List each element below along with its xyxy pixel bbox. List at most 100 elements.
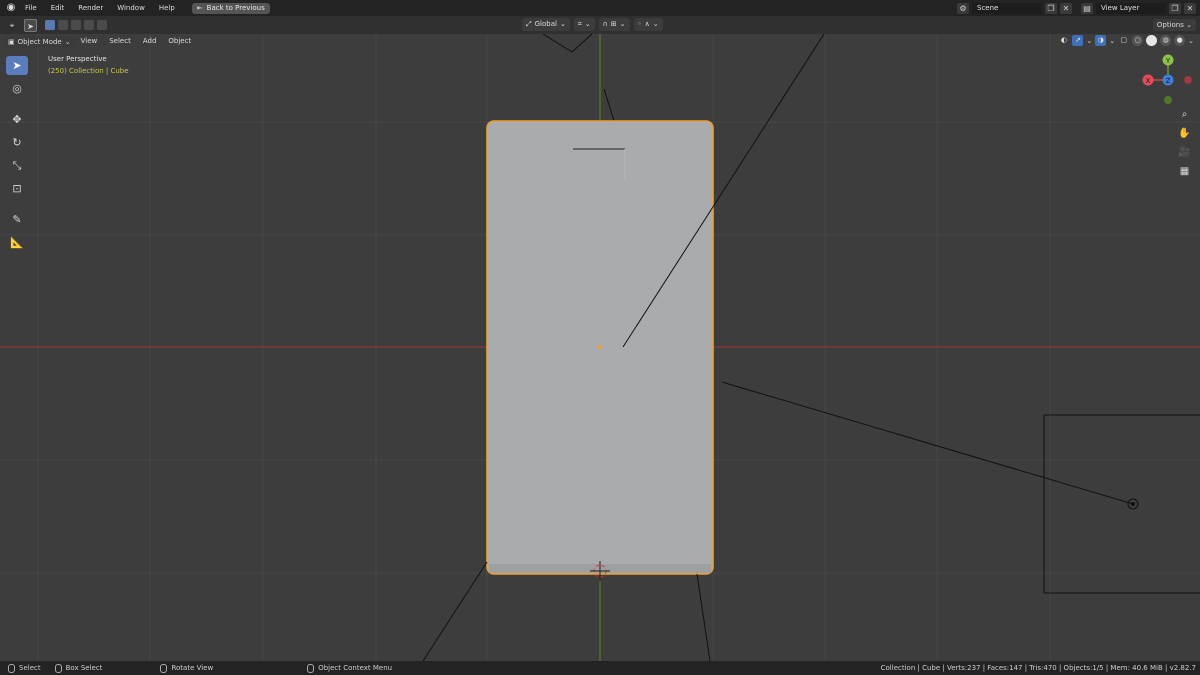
gizmo-toggle-icon[interactable]: ↗ [1072, 35, 1084, 46]
select-box-tool-icon[interactable]: ➤ [6, 56, 28, 75]
object-menu[interactable]: Object [162, 34, 197, 49]
cursor-tool-icon[interactable]: ◎ [6, 79, 28, 98]
orientation-label: Global [534, 20, 557, 28]
snap-toggle[interactable]: ∩ ⊞ ⌄ [598, 18, 630, 31]
transform-tool-icon[interactable]: ⊡ [6, 179, 28, 198]
scene-field[interactable]: Scene [972, 2, 1042, 14]
options-dropdown[interactable]: Options ⌄ [1152, 19, 1196, 31]
chevron-down-icon: ⌄ [559, 20, 566, 28]
navigation-gizmo: Y X Z [1142, 54, 1192, 104]
scene-icon[interactable]: ⚙ [957, 2, 969, 14]
menu-window[interactable]: Window [110, 0, 152, 16]
snap-target-icon: ⊞ [610, 20, 617, 28]
camera-view-icon[interactable]: 🎥 [1176, 144, 1193, 161]
new-view-layer-icon[interactable]: ❐ [1169, 2, 1181, 14]
rotate-view-hint-label: Rotate View [171, 664, 214, 672]
menu-render[interactable]: Render [71, 0, 110, 16]
select-mode-intersect-icon[interactable] [84, 20, 94, 30]
solid-shading-icon[interactable] [1146, 35, 1158, 46]
viewport-grid: Y X Z [0, 34, 1200, 661]
menu-edit[interactable]: Edit [44, 0, 72, 16]
menu-file[interactable]: File [18, 0, 44, 16]
new-scene-icon[interactable]: ❐ [1045, 2, 1057, 14]
zoom-icon[interactable]: ⌕ [1176, 106, 1193, 123]
editor-type-icon[interactable]: ⌖ [3, 19, 21, 32]
3d-viewport[interactable]: Y X Z [0, 34, 1200, 661]
back-to-previous-button[interactable]: ⇤ Back to Previous [191, 2, 270, 14]
blender-logo-icon[interactable]: ◉ [4, 1, 18, 15]
xray-toggle-icon[interactable]: ▢ [1118, 35, 1129, 46]
context-menu-hint-label: Object Context Menu [318, 664, 393, 672]
delete-scene-icon[interactable]: ✕ [1060, 2, 1072, 14]
view-perspective-label: User Perspective [48, 55, 107, 63]
view-layer-field[interactable]: View Layer [1096, 2, 1166, 14]
chevron-down-icon: ⌄ [1186, 21, 1192, 29]
select-mode-invert-icon[interactable] [97, 20, 107, 30]
rotate-tool-icon[interactable]: ↻ [6, 133, 28, 152]
select-hint-label: Select [19, 664, 41, 672]
orientation-icon: ⤢ [526, 20, 532, 28]
pan-hand-icon[interactable]: ✋ [1176, 125, 1193, 142]
mouse-drag-icon [54, 663, 62, 673]
box-select-hint-label: Box Select [65, 664, 103, 672]
proportional-edit-toggle[interactable]: ◦ ∧ ⌄ [633, 18, 663, 31]
shading-controls: ◐ ↗ ⌄ ◑ ⌄ ▢ ○ ◍ ● ⌄ [1058, 35, 1194, 46]
active-collection-label: (250) Collection | Cube [48, 67, 129, 75]
chevron-down-icon: ⌄ [64, 37, 71, 46]
move-tool-icon[interactable]: ✥ [6, 110, 28, 129]
pivot-icon: ⌗ [577, 20, 582, 28]
view-menu[interactable]: View [75, 34, 104, 49]
viewport-header: ▣ Object Mode ⌄ View Select Add Object ◐… [0, 34, 1200, 49]
chevron-down-icon: ⌄ [619, 20, 626, 28]
gizmo-z-label: Z [1166, 77, 1171, 85]
gizmo-y-label: Y [1165, 57, 1171, 65]
scale-tool-icon[interactable]: ⤡ [6, 156, 28, 175]
orientation-dropdown[interactable]: ⤢ Global ⌄ [522, 18, 570, 31]
tool-shelf: ➤ ◎ ✥ ↻ ⤡ ⊡ ✎ 📐 [6, 56, 30, 252]
select-mode-new-icon[interactable] [45, 20, 55, 30]
object-mode-icon: ▣ [8, 37, 15, 46]
wireframe-shading-icon[interactable]: ○ [1132, 35, 1144, 46]
gizmo-x-label: X [1146, 77, 1151, 85]
back-to-previous-label: Back to Previous [206, 3, 265, 12]
mouse-left-icon [8, 663, 15, 673]
pivot-dropdown[interactable]: ⌗ ⌄ [573, 18, 595, 31]
view-layer-icon[interactable]: ▤ [1081, 2, 1093, 14]
mouse-middle-icon [160, 663, 168, 673]
camera-line [721, 381, 1134, 505]
transform-controls: ⤢ Global ⌄ ⌗ ⌄ ∩ ⊞ ⌄ ◦ ∧ ⌄ [522, 18, 663, 31]
status-box-select-hint: Box Select [41, 663, 103, 673]
active-tool-icon[interactable]: ➤ [24, 18, 37, 32]
object-mode-dropdown[interactable]: ▣ Object Mode ⌄ [4, 35, 75, 48]
status-bar: Select Box Select Rotate View Object Con… [0, 661, 1200, 675]
options-label: Options [1156, 21, 1184, 29]
add-menu[interactable]: Add [137, 34, 163, 49]
ortho-toggle-icon[interactable]: ▦ [1176, 163, 1193, 180]
annotate-tool-icon[interactable]: ✎ [6, 210, 28, 229]
tool-header: ⌖ ➤ ⤢ Global ⌄ ⌗ ⌄ ∩ ⊞ ⌄ ◦ ∧ ⌄ Options ⌄ [0, 16, 1200, 34]
select-mode-subtract-icon[interactable] [71, 20, 81, 30]
mouse-right-icon [307, 663, 315, 673]
chevron-down-icon: ⌄ [652, 20, 659, 28]
scene-statistics: Collection | Cube | Verts:237 | Faces:14… [880, 664, 1196, 672]
measure-tool-icon[interactable]: 📐 [6, 233, 28, 252]
object-mode-label: Object Mode [17, 37, 62, 46]
camera-frame [1043, 414, 1200, 594]
status-context-hint: Object Context Menu [213, 663, 393, 673]
falloff-icon: ∧ [644, 20, 650, 28]
back-icon: ⇤ [196, 3, 203, 12]
chevron-down-icon[interactable]: ⌄ [1086, 37, 1092, 45]
visibility-icon[interactable]: ◐ [1058, 35, 1069, 46]
overlay-toggle-icon[interactable]: ◑ [1095, 35, 1107, 46]
chevron-down-icon[interactable]: ⌄ [1109, 37, 1115, 45]
object-origin [598, 345, 602, 349]
delete-view-layer-icon[interactable]: ✕ [1184, 2, 1196, 14]
chevron-down-icon: ⌄ [584, 20, 591, 28]
rendered-shading-icon[interactable]: ● [1174, 35, 1186, 46]
status-rotate-hint: Rotate View [102, 663, 214, 673]
select-menu[interactable]: Select [103, 34, 137, 49]
chevron-down-icon[interactable]: ⌄ [1188, 37, 1194, 45]
select-mode-extend-icon[interactable] [58, 20, 68, 30]
menu-help[interactable]: Help [152, 0, 182, 16]
material-shading-icon[interactable]: ◍ [1160, 35, 1172, 46]
